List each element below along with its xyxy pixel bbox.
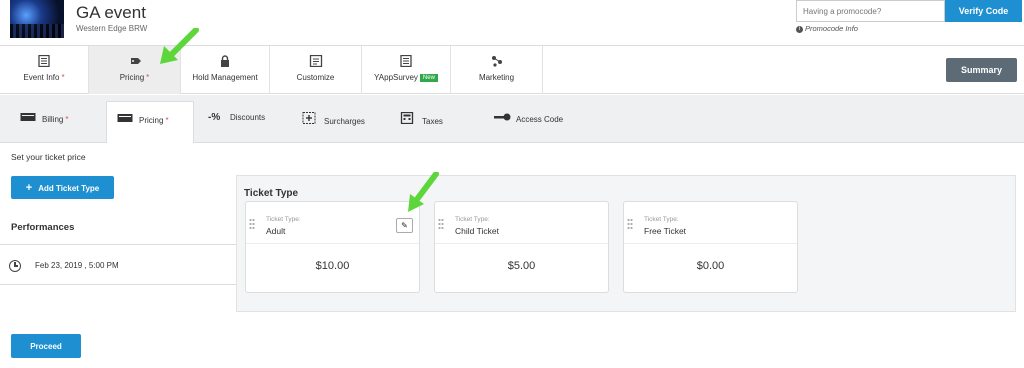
subtab-pricing[interactable]: Pricing * xyxy=(106,101,194,143)
ticket-type-label: Ticket Type: xyxy=(455,216,490,223)
key-icon xyxy=(494,112,511,125)
ticket-card-header xyxy=(435,202,608,244)
customize-icon xyxy=(309,54,323,68)
divider xyxy=(0,284,236,285)
info-icon: i xyxy=(796,25,803,33)
performance-row[interactable]: Feb 23, 2019 , 5:00 PM xyxy=(9,260,119,272)
document-icon xyxy=(37,54,51,68)
promocode-input[interactable] xyxy=(796,0,945,22)
tab-label: Customize xyxy=(296,73,335,82)
ticket-card[interactable]: Ticket Type: Adult ✎ $10.00 xyxy=(245,201,420,293)
required-marker: * xyxy=(146,73,150,82)
drag-handle-icon[interactable] xyxy=(438,218,444,230)
event-title: GA event xyxy=(76,3,146,22)
ticket-type-heading: Ticket Type xyxy=(244,188,299,199)
new-badge: New xyxy=(419,73,438,82)
performances-heading: Performances xyxy=(11,222,75,233)
green-arrow-icon xyxy=(408,172,439,212)
drag-handle-icon[interactable] xyxy=(249,218,255,230)
promocode-info-link[interactable]: i Promocode Info xyxy=(796,24,858,33)
ticket-price: $5.00 xyxy=(507,260,536,272)
tab-label: Surcharges xyxy=(324,117,365,126)
tag-icon xyxy=(128,55,142,67)
ticket-name: Child Ticket xyxy=(455,226,499,236)
subtab-billing[interactable]: Billing * xyxy=(20,112,68,125)
tab-marketing[interactable]: Marketing xyxy=(451,46,543,94)
share-icon xyxy=(490,55,504,67)
green-arrow-icon xyxy=(160,28,199,64)
subtab-pricing-content: Pricing * xyxy=(117,113,169,126)
ticket-card-header xyxy=(246,202,419,244)
tab-label: Event Info xyxy=(23,73,60,82)
calculator-icon xyxy=(400,111,416,127)
tab-label: Pricing xyxy=(119,73,145,82)
ticket-type-label: Ticket Type: xyxy=(644,216,679,223)
add-ticket-label: Add Ticket Type xyxy=(38,183,100,193)
subtab-discounts[interactable]: -% Discounts xyxy=(208,112,265,123)
ticket-name: Free Ticket xyxy=(644,226,687,236)
clock-icon xyxy=(9,260,21,272)
event-venue: Western Edge BRW xyxy=(76,24,148,33)
main-tabs: Event Info * Pricing * Hold Management Cus… xyxy=(0,28,1024,94)
ticket-icon xyxy=(20,112,36,125)
tab-label: Billing xyxy=(42,115,64,124)
subtab-taxes[interactable]: Taxes xyxy=(400,111,443,127)
add-ticket-type-button[interactable]: + Add Ticket Type xyxy=(11,176,114,199)
promocode-info-label: Promocode Info xyxy=(805,24,858,33)
edit-pencil-icon[interactable]: ✎ xyxy=(396,218,413,233)
ticket-card[interactable]: Ticket Type: Child Ticket $5.00 xyxy=(434,201,609,293)
required-marker: * xyxy=(65,115,69,124)
required-marker: * xyxy=(61,73,65,82)
ticket-price: $0.00 xyxy=(696,260,725,272)
ticket-name: Adult xyxy=(266,226,286,236)
divider xyxy=(0,244,236,245)
subtab-surcharges[interactable]: Surcharges xyxy=(302,112,365,127)
tab-label: Taxes xyxy=(422,117,443,126)
ticket-type-label: Ticket Type: xyxy=(266,216,301,223)
ticket-card[interactable]: Ticket Type: Free Ticket $0.00 xyxy=(623,201,798,293)
plus-box-icon xyxy=(302,112,318,127)
tab-label: YAppSurvey xyxy=(374,73,418,82)
ticket-price: $10.00 xyxy=(315,260,350,272)
required-marker: * xyxy=(165,116,169,125)
subtab-access-code[interactable]: Access Code xyxy=(494,112,563,125)
tab-yappsurvey[interactable]: YAppSurvey New xyxy=(362,46,451,94)
performance-date: Feb 23, 2019 , 5:00 PM xyxy=(35,261,119,271)
plus-icon: + xyxy=(25,181,33,194)
tab-label: Hold Management xyxy=(192,73,258,82)
tab-label: Discounts xyxy=(230,113,266,122)
tab-label: Access Code xyxy=(516,115,564,124)
tab-event-info[interactable]: Event Info * xyxy=(0,46,89,94)
event-thumbnail xyxy=(10,0,64,38)
percent-icon: -% xyxy=(208,112,221,123)
tab-customize[interactable]: Customize xyxy=(270,46,362,94)
summary-button[interactable]: Summary xyxy=(946,58,1017,82)
tab-label: Marketing xyxy=(478,73,515,82)
proceed-button[interactable]: Proceed xyxy=(11,334,81,358)
tab-label: Pricing xyxy=(139,116,164,125)
lock-icon xyxy=(218,55,232,67)
ticket-card-header xyxy=(624,202,797,244)
verify-code-button[interactable]: Verify Code xyxy=(945,0,1022,22)
set-price-label: Set your ticket price xyxy=(11,152,86,162)
ticket-icon xyxy=(117,113,133,126)
survey-icon xyxy=(399,54,413,68)
drag-handle-icon[interactable] xyxy=(627,218,633,230)
